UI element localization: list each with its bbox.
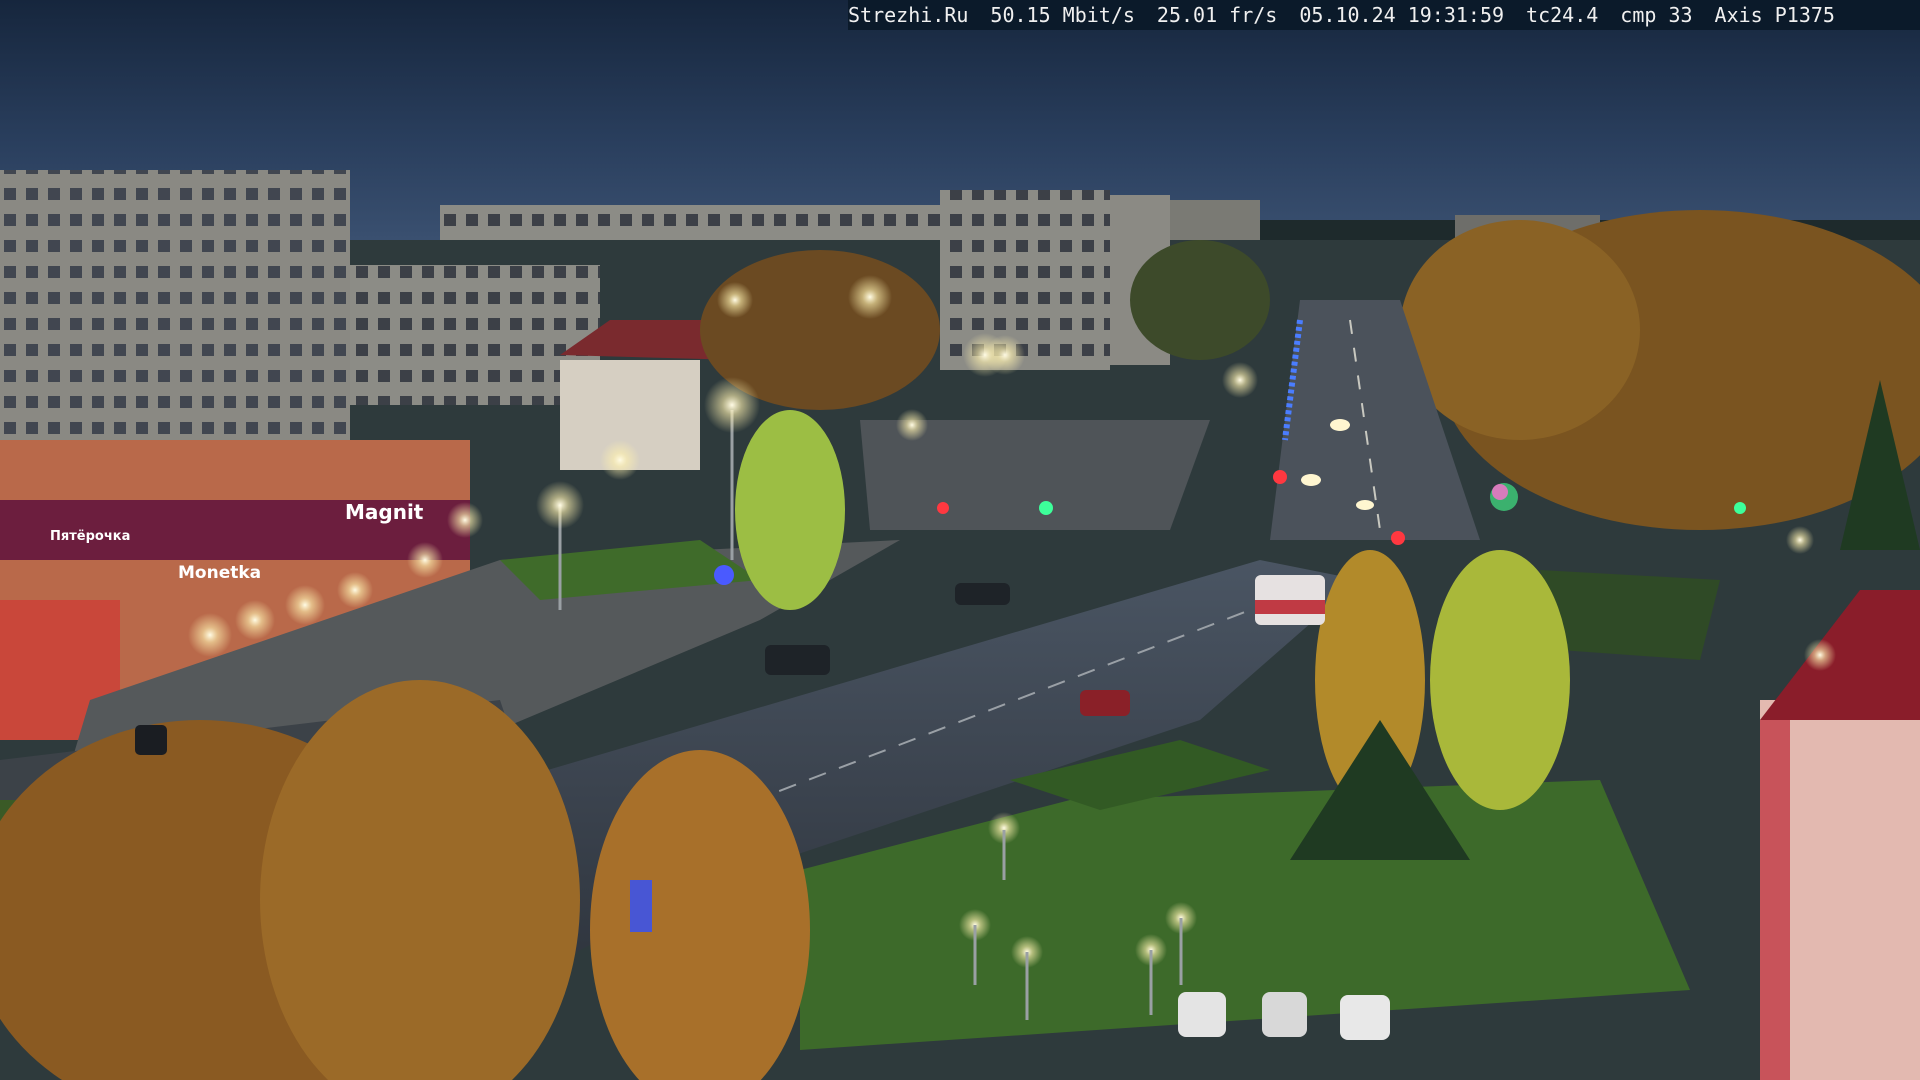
overlay-framerate: 25.01 fr/s	[1156, 3, 1278, 27]
car-suv	[765, 645, 830, 675]
overlay-cmp: cmp 33	[1620, 3, 1693, 27]
headlight-1	[1330, 419, 1350, 431]
car-bus-stripe	[1255, 600, 1325, 614]
scene-drawing: Magnit Monetka Пятёрочка	[0, 0, 1920, 1080]
overlay-camera: Axis P1375	[1714, 3, 1835, 27]
overlay-tc: tc24.4	[1526, 3, 1599, 27]
headlight-3	[1356, 500, 1374, 510]
yellow-birch-2	[1430, 550, 1570, 810]
car-parked-2	[1262, 992, 1307, 1037]
car-parked-1	[1178, 992, 1226, 1037]
car-parked-3	[1340, 995, 1390, 1040]
overlay-datetime: 05.10.24 19:31:59	[1299, 3, 1505, 27]
car-left	[135, 725, 167, 755]
right-building-trim	[1760, 720, 1790, 1080]
car-dark	[955, 583, 1010, 605]
tower-block	[940, 190, 1110, 370]
car-red	[1080, 690, 1130, 716]
lime-tree-plaza	[735, 410, 845, 610]
camera-info-overlay: Strezhi.Ru 50.15 Mbit/s 25.01 fr/s 05.10.24…	[848, 0, 1920, 30]
store-sign-left: Monetka	[178, 563, 261, 583]
overlay-bitrate: 50.15 Mbit/s	[990, 3, 1135, 27]
webcam-scene: Magnit Monetka Пятёрочка Strezhi.Ru 50.1…	[0, 0, 1920, 1080]
headlight-2	[1301, 474, 1321, 486]
tree-mass-center-2	[1130, 240, 1270, 360]
store-sign-main: Magnit	[345, 500, 424, 524]
tree-mass-right-2	[1400, 220, 1640, 440]
store-sign-far: Пятёрочка	[50, 529, 130, 544]
overlay-site: Strezhi.Ru	[848, 3, 969, 27]
